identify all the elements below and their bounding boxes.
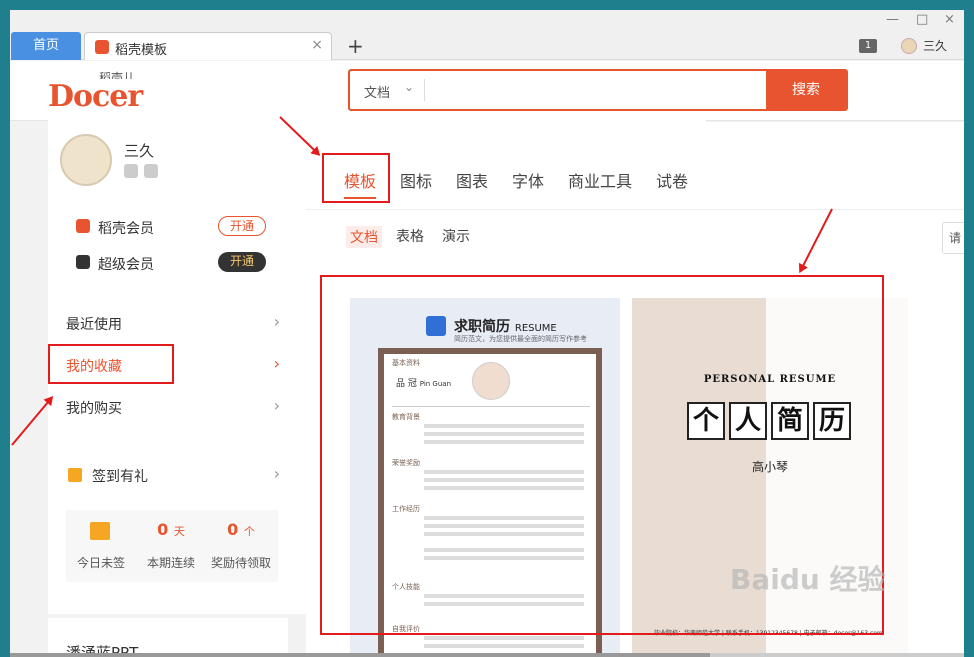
category-tabs: 模板 图标 图表 字体 商业工具 试卷 (306, 122, 964, 210)
search-button[interactable]: 搜索 (766, 71, 846, 109)
subtab-spreadsheets[interactable]: 表格 (396, 226, 424, 246)
stat-unit: 个 (243, 525, 255, 538)
search-bar: 文档 ⌄ 搜索 (348, 69, 848, 111)
checkin-card: 签到有礼 › 今日未签 0 天 本期连续 0 个 奖励待领取 (48, 450, 288, 600)
stat-unit: 天 (173, 525, 185, 538)
stat-streak: 0 天 本期连续 (136, 510, 206, 582)
super-member-row: 超级会员 开通 (76, 252, 266, 274)
search-type-select[interactable]: 文档 (364, 82, 390, 101)
stat-value: 0 (157, 520, 169, 539)
activate-super-button[interactable]: 开通 (218, 252, 266, 272)
stat-label: 今日未签 (76, 556, 125, 570)
profile-badges (124, 164, 158, 178)
activate-docer-button[interactable]: 开通 (218, 216, 266, 236)
chevron-right-icon: › (273, 312, 280, 331)
sidebar-item-purchases[interactable]: 我的购买 › (48, 386, 288, 428)
baidu-watermark: Baidu 经验 (730, 563, 886, 596)
chevron-right-icon: › (273, 396, 280, 415)
chevron-right-icon[interactable]: › (274, 464, 280, 483)
calendar-icon (90, 522, 110, 540)
maximize-icon[interactable]: □ (916, 12, 928, 27)
member-label: 稻壳会员 (98, 221, 154, 237)
stat-rewards: 0 个 奖励待领取 (206, 510, 276, 582)
tab-icons[interactable]: 图标 (400, 168, 432, 192)
ppt-card: 潘涌蓝PPT (48, 618, 288, 657)
gift-icon (68, 468, 82, 482)
chevron-right-icon: › (273, 354, 280, 373)
account-username: 三久 (923, 39, 948, 53)
tab-fonts[interactable]: 字体 (512, 168, 544, 192)
new-tab-button[interactable]: + (347, 34, 364, 58)
tab-count-badge[interactable]: 1 (859, 39, 877, 53)
docer-member-row: 稻壳会员 开通 (76, 216, 266, 238)
menu-label: 我的购买 (66, 401, 122, 417)
checkin-stats: 今日未签 0 天 本期连续 0 个 奖励待领取 (66, 510, 278, 582)
stat-label: 本期连续 (146, 556, 195, 570)
docer-member-icon (76, 219, 90, 233)
tab-close-icon[interactable]: × (311, 37, 323, 53)
tab-docer-templates[interactable]: 稻壳模板 × (84, 32, 332, 60)
checkin-title[interactable]: 签到有礼 (92, 466, 148, 486)
chevron-down-icon[interactable]: ⌄ (404, 80, 414, 94)
sidebar-item-recent[interactable]: 最近使用 › (48, 302, 288, 344)
stat-today[interactable]: 今日未签 (66, 510, 136, 582)
avatar-icon (901, 37, 917, 54)
tab-home[interactable]: 首页 (11, 32, 81, 60)
user-profile-card: 三久 稻壳会员 开通 超级会员 开通 (48, 122, 288, 282)
minimize-icon[interactable]: — (886, 12, 899, 27)
scrollbar-thumb[interactable] (10, 653, 710, 657)
subtab-presentations[interactable]: 演示 (442, 226, 470, 246)
member-label: 超级会员 (98, 257, 154, 273)
window-close-icon[interactable]: × (944, 12, 955, 27)
highlight-box-favorites (48, 344, 174, 384)
menu-label: 最近使用 (66, 317, 122, 333)
tab-charts[interactable]: 图表 (456, 168, 488, 192)
super-member-icon (76, 255, 90, 269)
account-menu[interactable]: 三久 (901, 37, 947, 54)
highlight-box-templates-tab (322, 153, 390, 203)
tab-bar: 首页 稻壳模板 × + — □ × 1 三久 (10, 10, 964, 60)
search-divider (424, 79, 425, 101)
avatar[interactable] (60, 134, 112, 186)
badge-icon (124, 164, 138, 178)
subtab-documents[interactable]: 文档 (346, 226, 382, 248)
text-line (424, 644, 584, 648)
filter-dropdown[interactable]: 请 (942, 222, 964, 254)
tab-exam-papers[interactable]: 试卷 (656, 168, 688, 192)
tab-title: 稻壳模板 (115, 43, 168, 58)
docer-header: 稻壳儿 Docer 文档 ⌄ 搜索 (10, 61, 964, 614)
text-line (424, 636, 584, 640)
badge-icon (144, 164, 158, 178)
profile-username: 三久 (124, 142, 155, 160)
tab-business-tools[interactable]: 商业工具 (568, 168, 632, 192)
stat-value: 0 (227, 520, 239, 539)
stat-label: 奖励待领取 (210, 556, 271, 570)
docer-logo-icon (95, 40, 109, 54)
